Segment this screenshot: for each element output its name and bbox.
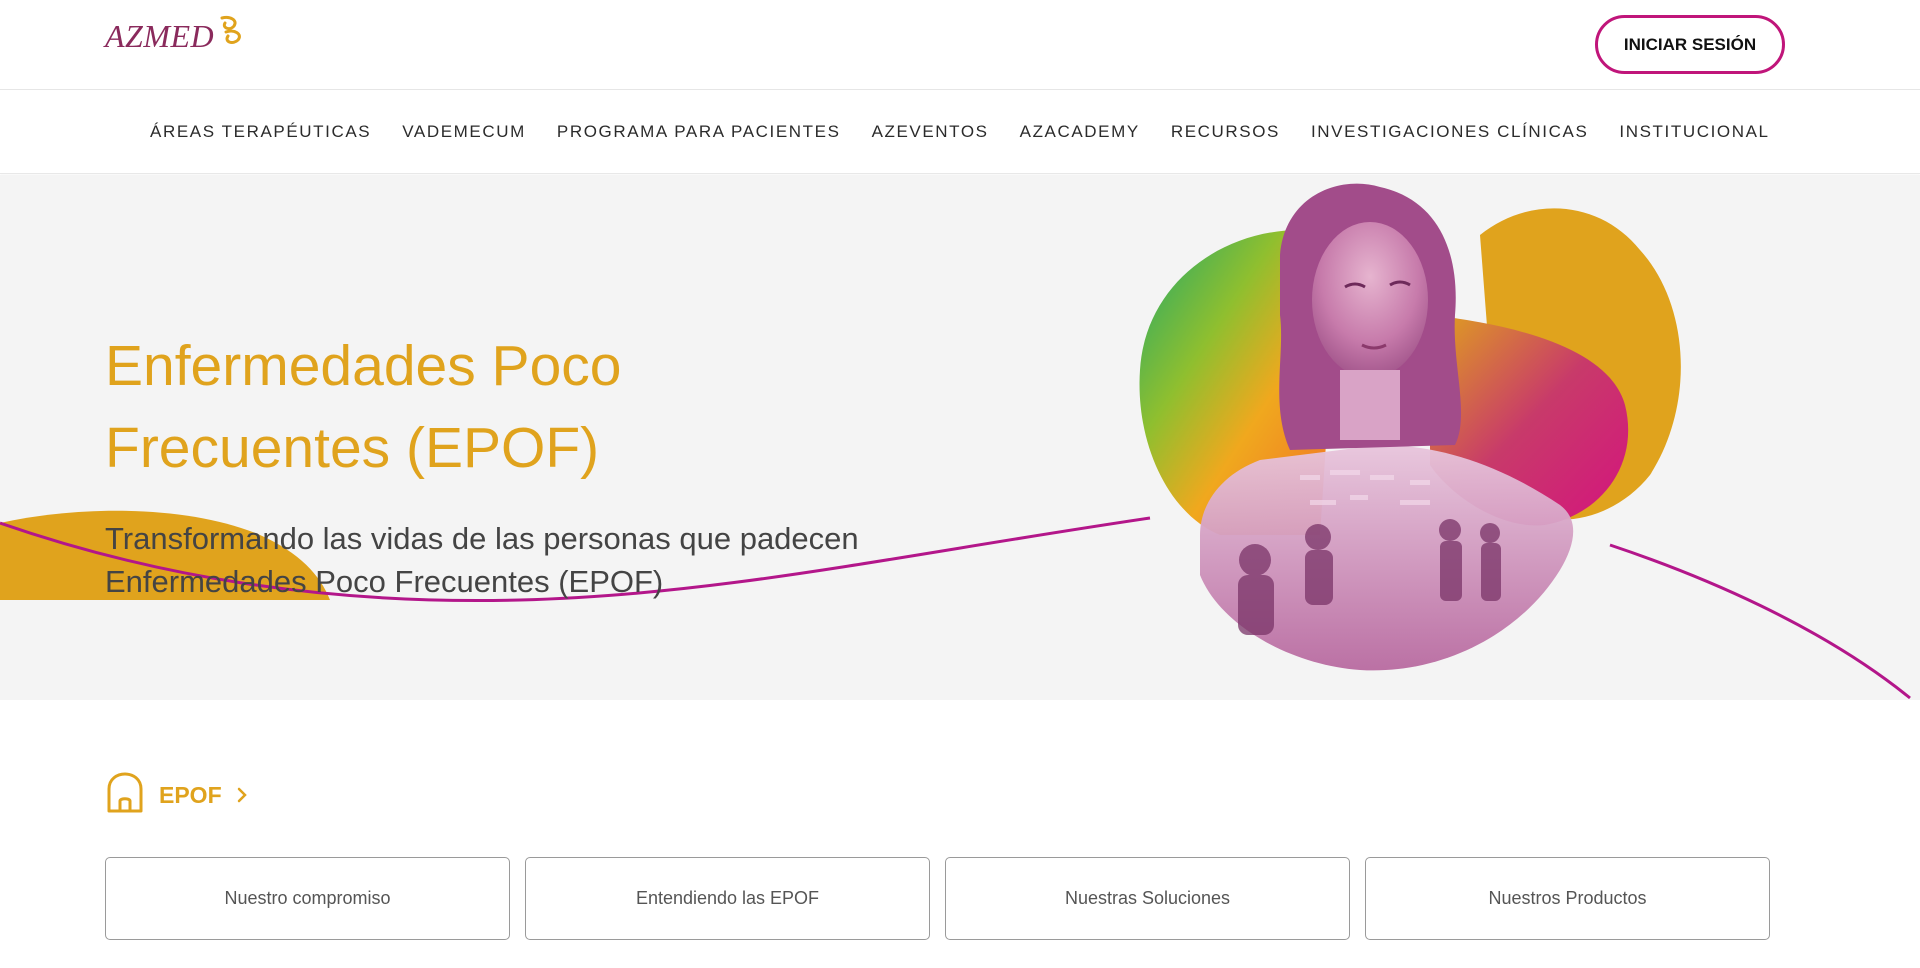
- top-header: AZMED INICIAR SESIÓN: [0, 0, 1920, 90]
- nav-item-areas-terapeuticas[interactable]: ÁREAS TERAPÉUTICAS: [150, 122, 371, 142]
- nav-item-investigaciones-clinicas[interactable]: INVESTIGACIONES CLÍNICAS: [1311, 122, 1588, 142]
- hero-subtitle: Transformando las vidas de las personas …: [105, 521, 859, 599]
- login-button[interactable]: INICIAR SESIÓN: [1595, 15, 1785, 74]
- nav-item-institucional[interactable]: INSTITUCIONAL: [1619, 122, 1769, 142]
- tab-nuestro-compromiso[interactable]: Nuestro compromiso: [105, 857, 510, 940]
- section-tabs: Nuestro compromiso Entendiendo las EPOF …: [105, 857, 1771, 940]
- nav-item-azacademy[interactable]: AZACADEMY: [1020, 122, 1140, 142]
- nav-item-recursos[interactable]: RECURSOS: [1171, 122, 1280, 142]
- breadcrumb-epof[interactable]: EPOF: [159, 782, 222, 809]
- nav-item-vademecum[interactable]: VADEMECUM: [402, 122, 526, 142]
- tab-nuestras-soluciones[interactable]: Nuestras Soluciones: [945, 857, 1350, 940]
- chevron-right-icon: [236, 786, 248, 804]
- hero-title: Enfermedades Poco Frecuentes (EPOF): [105, 334, 622, 480]
- tab-nuestros-productos[interactable]: Nuestros Productos: [1365, 857, 1770, 940]
- logo-text: AZMED: [105, 17, 215, 54]
- home-icon[interactable]: [105, 771, 145, 820]
- nav-item-azeventos[interactable]: AZEVENTOS: [872, 122, 989, 142]
- breadcrumb: EPOF: [105, 772, 248, 818]
- nav-item-programa-pacientes[interactable]: PROGRAMA PARA PACIENTES: [557, 122, 841, 142]
- nav-list: ÁREAS TERAPÉUTICAS VADEMECUM PROGRAMA PA…: [150, 90, 1770, 174]
- hero-banner: Enfermedades Poco Frecuentes (EPOF) Tran…: [0, 175, 1920, 700]
- tab-entendiendo-epof[interactable]: Entendiendo las EPOF: [525, 857, 930, 940]
- main-nav: ÁREAS TERAPÉUTICAS VADEMECUM PROGRAMA PA…: [0, 90, 1920, 174]
- azmed-logo[interactable]: AZMED: [105, 14, 246, 58]
- logo-mark-icon: [220, 16, 242, 45]
